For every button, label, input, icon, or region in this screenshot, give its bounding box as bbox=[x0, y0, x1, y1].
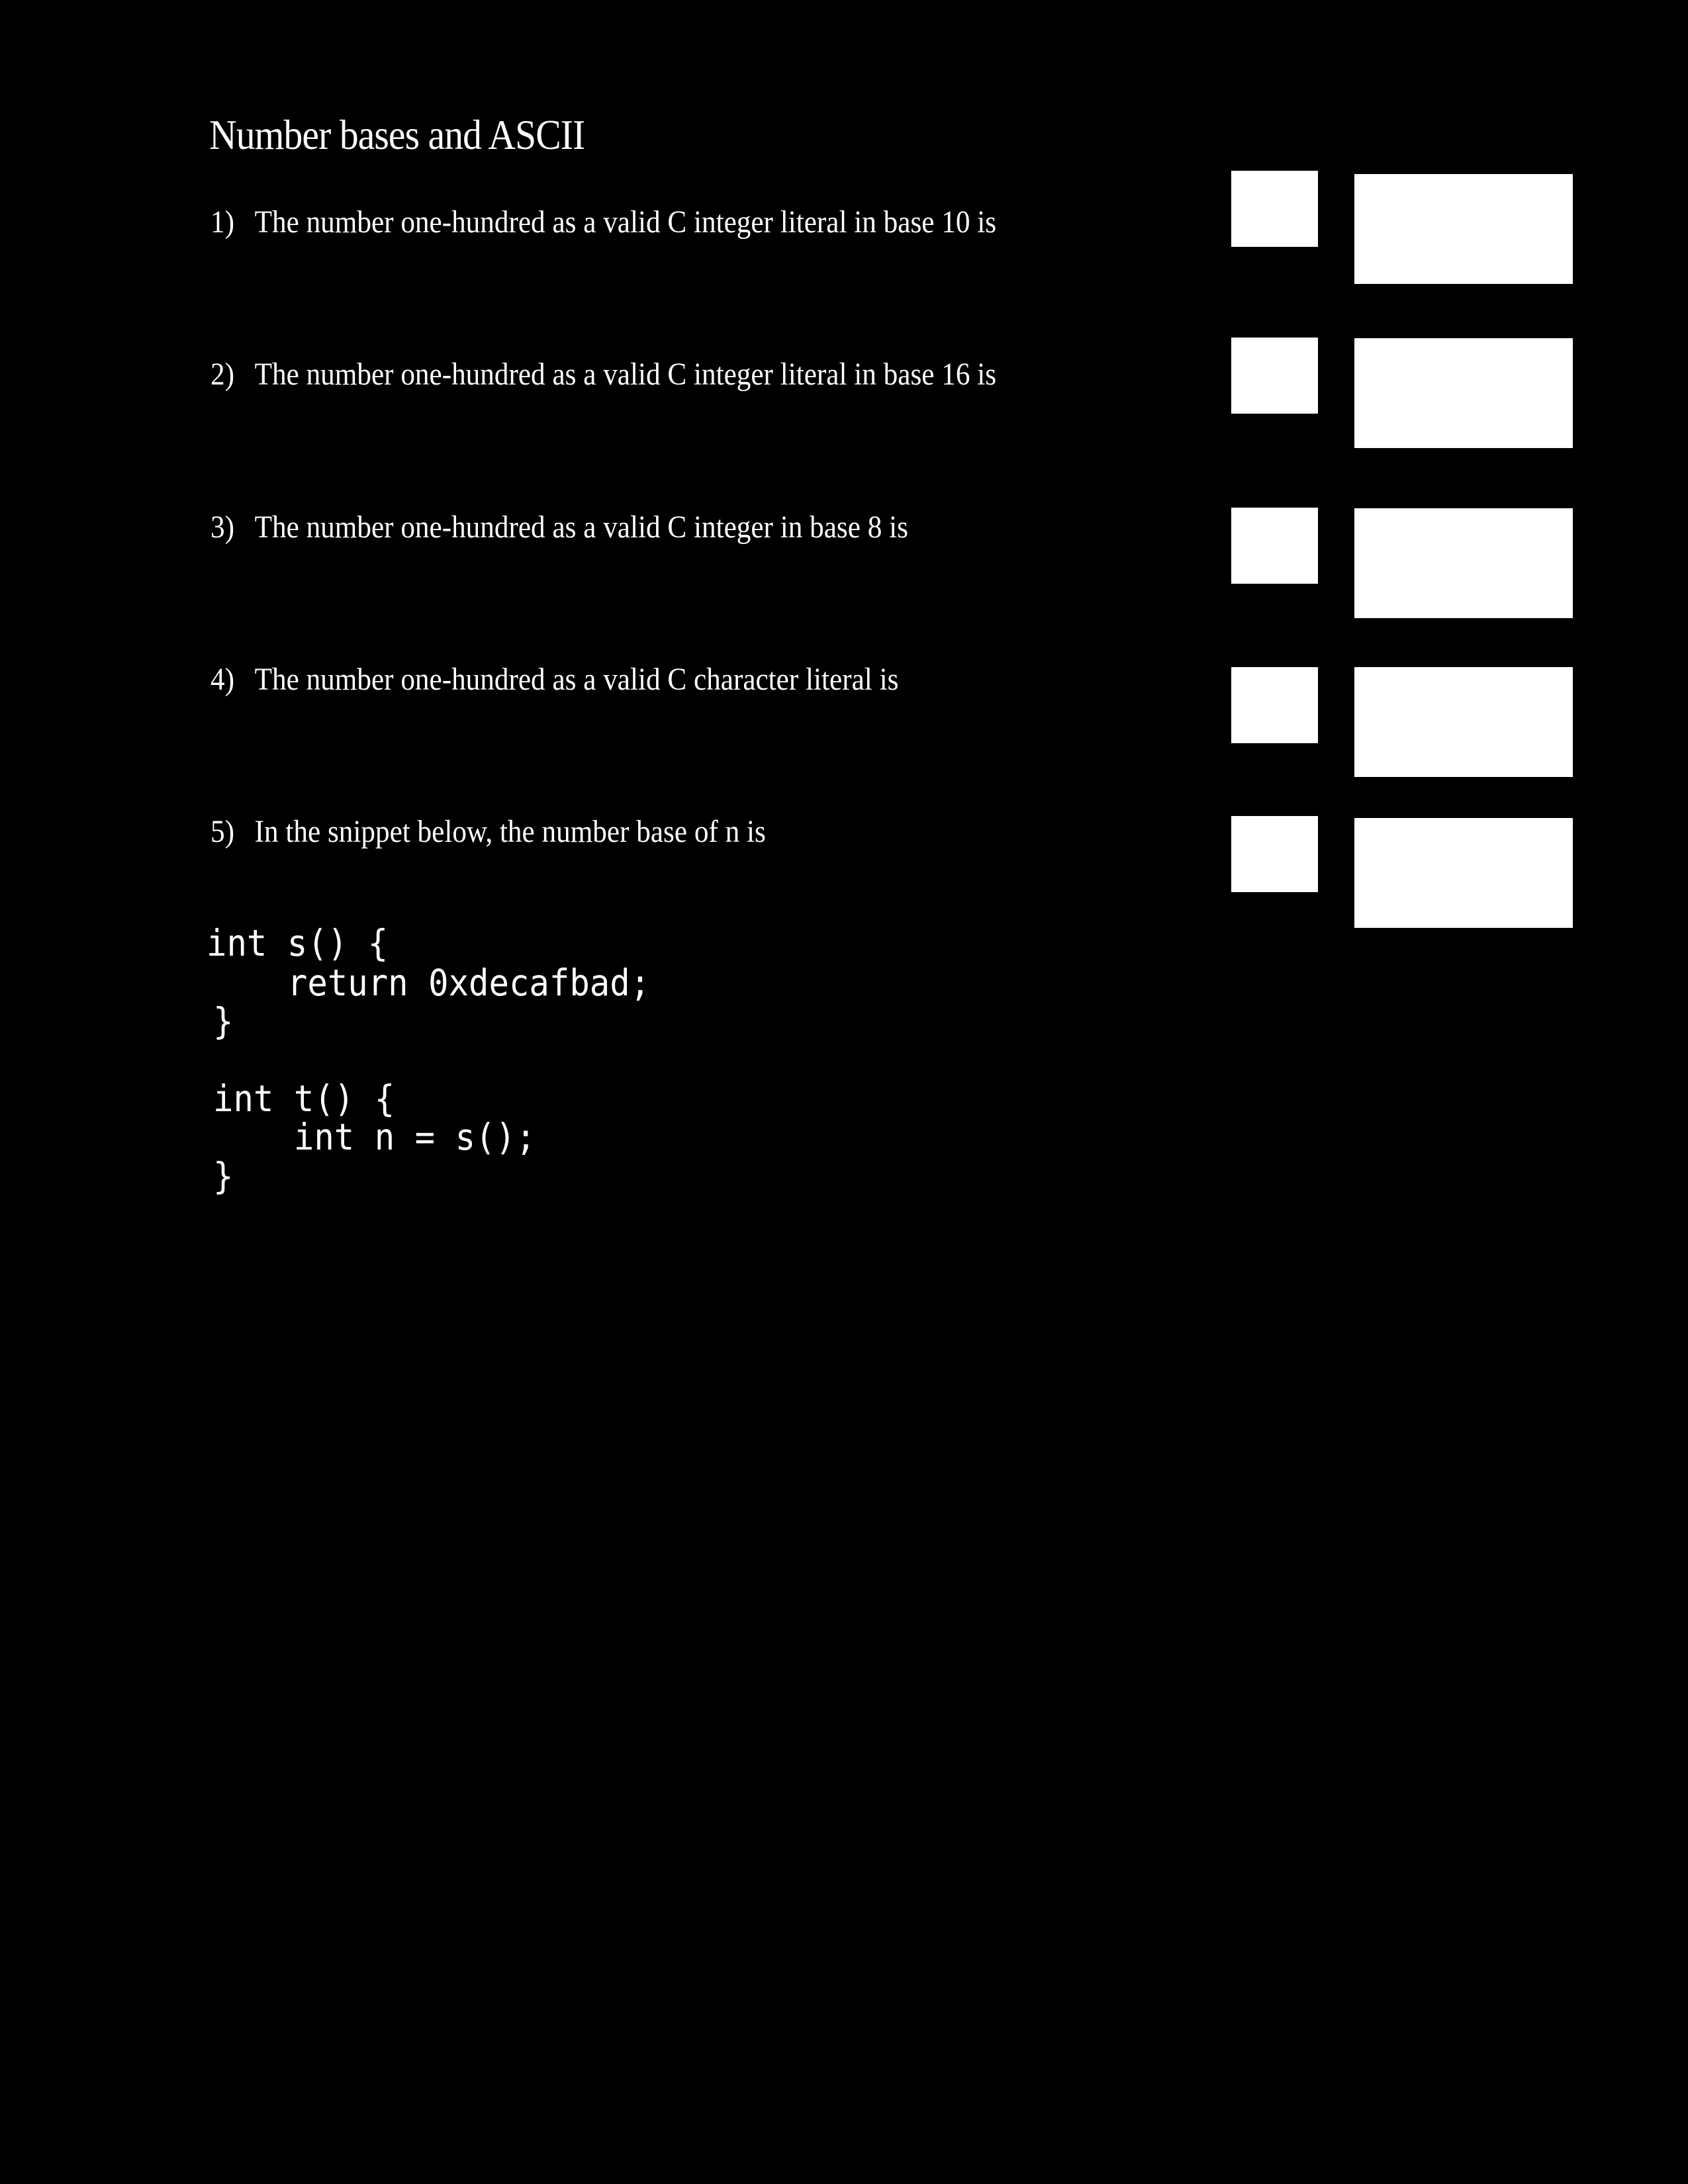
answer-box-5-wide[interactable] bbox=[1354, 818, 1573, 928]
question-1: 1) The number one-hundred as a valid C in… bbox=[211, 206, 996, 238]
code-line: } bbox=[213, 1155, 234, 1197]
code-line: } bbox=[213, 1000, 234, 1042]
answer-box-3-wide[interactable] bbox=[1354, 508, 1573, 618]
answer-box-2-small[interactable] bbox=[1231, 338, 1318, 414]
answer-box-4-wide[interactable] bbox=[1354, 667, 1573, 777]
question-number: 4) bbox=[211, 662, 234, 697]
question-number: 2) bbox=[211, 357, 234, 392]
answer-box-3-small[interactable] bbox=[1231, 508, 1318, 584]
question-number: 1) bbox=[211, 205, 234, 240]
question-number: 5) bbox=[211, 814, 234, 849]
code-line: return 0xdecafbad; bbox=[207, 962, 651, 1004]
question-3: 3) The number one-hundred as a valid C in… bbox=[211, 512, 908, 543]
answer-box-5-small[interactable] bbox=[1231, 816, 1318, 892]
question-5: 5) In the snippet below, the number base … bbox=[211, 816, 766, 848]
question-text: The number one-hundred as a valid C inte… bbox=[254, 357, 997, 392]
question-text: The number one-hundred as a valid C inte… bbox=[254, 205, 997, 240]
code-line: int t() { bbox=[213, 1077, 395, 1120]
answer-box-1-small[interactable] bbox=[1231, 171, 1318, 247]
question-text: The number one-hundred as a valid C char… bbox=[254, 662, 899, 697]
question-2: 2) The number one-hundred as a valid C in… bbox=[211, 359, 996, 390]
code-line: int s() { bbox=[207, 922, 389, 964]
answer-box-2-wide[interactable] bbox=[1354, 338, 1573, 448]
answer-box-1-wide[interactable] bbox=[1354, 174, 1573, 284]
question-4: 4) The number one-hundred as a valid C ch… bbox=[211, 664, 898, 696]
answer-box-4-small[interactable] bbox=[1231, 667, 1318, 743]
code-line: int n = s(); bbox=[213, 1116, 536, 1158]
question-number: 3) bbox=[211, 510, 234, 545]
question-text: In the snippet below, the number base of… bbox=[254, 814, 766, 849]
question-text: The number one-hundred as a valid C inte… bbox=[254, 510, 908, 545]
page-title: Number bases and ASCII bbox=[209, 111, 585, 158]
